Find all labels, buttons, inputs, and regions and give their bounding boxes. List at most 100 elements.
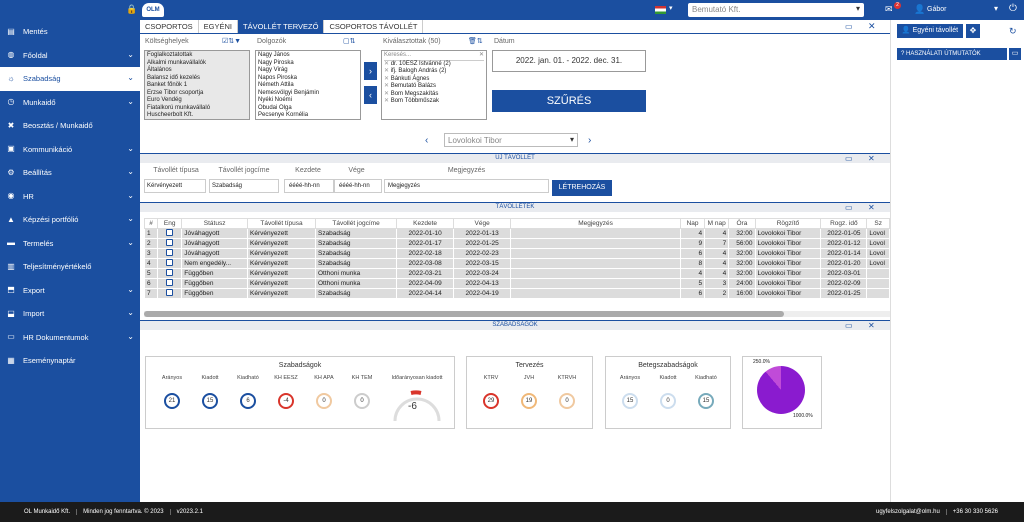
column-header[interactable]: Megjegyzés	[510, 218, 682, 229]
remove-icon[interactable]: ✕	[384, 68, 391, 74]
approve-checkbox[interactable]	[157, 288, 183, 299]
hasznalati-utmutatok-button[interactable]: ? HASZNÁLATI ÚTMUTATÓK	[897, 48, 1007, 60]
sidebar-item-12[interactable]: ⬓ Import ⌄	[0, 302, 140, 326]
list-item[interactable]: ✕ ifj. Balogh András (2)	[384, 68, 484, 76]
checkbox-icon[interactable]	[166, 289, 174, 296]
window-icon[interactable]: ▭	[845, 321, 853, 330]
close-icon[interactable]: ✕	[868, 203, 875, 212]
move-left-button[interactable]: ‹	[364, 86, 377, 104]
tab-csoportos-tavollet[interactable]: CSOPORTOS TÁVOLLÉT	[324, 20, 424, 33]
move-icon[interactable]: ✥	[966, 24, 980, 38]
check-all-icon[interactable]: ☑⇅▼	[222, 37, 241, 45]
sidebar-item-7[interactable]: ◉ HR ⌄	[0, 185, 140, 209]
table-row[interactable]: 1 Jóváhagyott Kérvényezett Szabadság 2022-01…	[143, 228, 890, 239]
column-header[interactable]: Kezdete	[396, 218, 455, 229]
window-icon[interactable]: ▭	[845, 203, 853, 212]
footer-email[interactable]: ugyfelszolgalat@olm.hu	[870, 509, 947, 515]
list-item[interactable]: Napos Piroska	[258, 75, 358, 83]
sidebar-item-13[interactable]: ▭ HR Dokumentumok ⌄	[0, 326, 140, 350]
table-cell[interactable]: Jóváhagyott	[181, 238, 249, 249]
letrehozas-button[interactable]: LÉTREHOZÁS	[552, 180, 612, 196]
close-icon[interactable]: ✕	[868, 321, 875, 330]
list-item[interactable]: ✕ Bemutató Balázs	[384, 83, 484, 91]
prev-person-icon[interactable]: ‹	[425, 135, 428, 146]
list-item[interactable]: Alkalmi munkavállalók	[147, 60, 247, 68]
search-input[interactable]: Keresés... ✕	[384, 52, 484, 61]
list-item[interactable]: Foglalkoztatottak	[147, 52, 247, 60]
list-item[interactable]: ✕ Bom Többműszak	[384, 98, 484, 106]
column-header[interactable]: Vége	[453, 218, 512, 229]
sidebar-item-2[interactable]: ☼ Szabadság ⌄	[0, 67, 140, 91]
table-row[interactable]: 2 Jóváhagyott Kérvényezett Szabadság 2022-01…	[143, 238, 890, 249]
jogcim-select[interactable]: Szabadság	[209, 179, 279, 193]
list-item[interactable]: Nemesvölgyi Benjámin	[258, 90, 358, 98]
table-cell[interactable]: Nem engedély...	[181, 258, 249, 269]
tab-csoportos[interactable]: CSOPORTOS	[140, 20, 199, 33]
sidebar-item-5[interactable]: ▣ Kommunikáció ⌄	[0, 138, 140, 162]
tab-tavollet-tervezo[interactable]: TÁVOLLÉT TERVEZŐ	[238, 20, 325, 33]
list-item[interactable]: ✕ dr. 10ESZ Istvánné (2)	[384, 61, 484, 69]
column-header[interactable]: Státusz	[181, 218, 249, 229]
list-item[interactable]: Nagy János	[258, 52, 358, 60]
user-name[interactable]: Gábor	[927, 6, 946, 13]
window-icon[interactable]: ▭	[845, 154, 853, 163]
remove-icon[interactable]: ✕	[384, 61, 391, 67]
list-item[interactable]: Általános	[147, 67, 247, 75]
approve-checkbox[interactable]	[157, 268, 183, 279]
list-item[interactable]: Fiatalkorú munkavállaló	[147, 105, 247, 113]
checkbox-icon[interactable]	[166, 229, 174, 236]
list-item[interactable]: Obudai Olga	[258, 105, 358, 113]
table-row[interactable]: 6 Függőben Kérvényezett Otthoni munka 2022-0…	[143, 278, 890, 289]
close-icon[interactable]: ✕	[868, 154, 875, 163]
sidebar-item-3[interactable]: ◷ Munkaidő ⌄	[0, 91, 140, 115]
column-header[interactable]: Nap	[680, 218, 706, 229]
refresh-icon[interactable]: ↻	[1009, 26, 1017, 37]
approve-checkbox[interactable]	[157, 258, 183, 269]
table-cell[interactable]: Jóváhagyott	[181, 228, 249, 239]
list-item[interactable]: Euro Vendég	[147, 97, 247, 105]
column-header[interactable]: M nap	[704, 218, 730, 229]
checkbox-icon[interactable]	[166, 269, 174, 276]
close-icon[interactable]: ✕	[868, 21, 876, 32]
window-icon[interactable]: ▭	[845, 22, 853, 31]
sidebar-item-14[interactable]: ▦ Eseménynaptár	[0, 349, 140, 373]
power-icon[interactable]: ⏻	[1009, 3, 1017, 14]
table-row[interactable]: 4 Nem engedély... Kérvényezett Szabadság 202…	[143, 258, 890, 269]
select-all-icon[interactable]: ▢⇅	[343, 37, 355, 45]
sidebar-item-9[interactable]: ▬ Termelés ⌄	[0, 232, 140, 256]
dolgozok-list[interactable]: Nagy János Nagy Piroska Nagy Virág Napos Pi…	[255, 50, 361, 120]
company-select[interactable]: Bemutató Kft. ▾	[688, 3, 864, 17]
list-item[interactable]: Huscheerbolt Kft.	[147, 112, 247, 119]
list-item[interactable]: Nyéki Noémi	[258, 97, 358, 105]
chevron-down-icon[interactable]: ▾	[994, 4, 998, 13]
column-header[interactable]: Rogz. idő	[820, 218, 868, 229]
column-header[interactable]: Rögzítő	[754, 218, 822, 229]
column-header[interactable]: Eng	[157, 218, 183, 229]
list-item[interactable]: Németh Attila	[258, 82, 358, 90]
remove-icon[interactable]: ✕	[384, 91, 391, 97]
next-person-icon[interactable]: ›	[588, 135, 591, 146]
kivalasztottak-list[interactable]: Keresés... ✕ ✕ dr. 10ESZ Istvánné (2) ✕ if…	[381, 50, 487, 120]
footer-phone[interactable]: +36 30 330 5626	[947, 509, 1004, 515]
sidebar-item-1[interactable]: ◍ Főoldal ⌄	[0, 44, 140, 68]
checkbox-icon[interactable]	[166, 239, 174, 246]
list-item[interactable]: ✕ Bom Megszakítás	[384, 91, 484, 99]
egyeni-tavollet-button[interactable]: 👤 Egyéni távollét	[897, 24, 963, 38]
approve-checkbox[interactable]	[157, 248, 183, 259]
checkbox-icon[interactable]	[166, 279, 174, 286]
sidebar-item-11[interactable]: ⬒ Export ⌄	[0, 279, 140, 303]
horizontal-scrollbar[interactable]	[144, 311, 890, 317]
list-item[interactable]: Erzse Tibor csoportja	[147, 90, 247, 98]
column-header[interactable]: Távollét jogcíme	[314, 218, 398, 229]
sidebar-item-6[interactable]: ⚙ Beállítás ⌄	[0, 161, 140, 185]
tab-egyeni[interactable]: EGYÉNI	[199, 20, 238, 33]
approve-checkbox[interactable]	[157, 238, 183, 249]
tipus-select[interactable]: Kérvényezett	[144, 179, 206, 193]
logo[interactable]: OLM	[142, 3, 164, 17]
table-cell[interactable]: Függőben	[181, 278, 249, 289]
scrollbar-thumb[interactable]	[144, 311, 784, 317]
column-header[interactable]: Távollét típusa	[247, 218, 316, 229]
vege-input[interactable]: éééé-hh-nn	[334, 179, 382, 193]
person-select[interactable]: Lovolokoi Tibor ▾	[444, 133, 578, 147]
move-right-button[interactable]: ›	[364, 62, 377, 80]
